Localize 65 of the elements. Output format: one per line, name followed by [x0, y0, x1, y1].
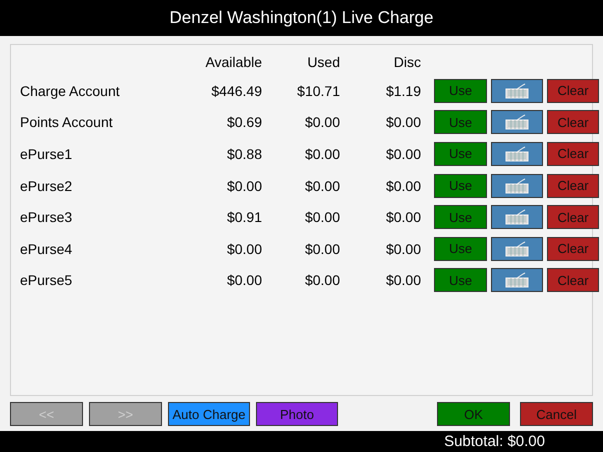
table-cell-text: $446.49 — [210, 82, 262, 99]
window-title: Denzel Washington(1) Live Charge — [168, 7, 434, 29]
keyboard-icon — [505, 114, 529, 130]
table-cell-text: $0.00 — [304, 114, 340, 130]
table-cell-text: $0.00 — [226, 178, 262, 194]
table-cell-text: $0.00 — [226, 272, 262, 288]
use-button[interactable]: Use — [434, 78, 487, 103]
account-name: Charge Account — [20, 82, 121, 99]
table-cell-text: $0.00 — [304, 240, 340, 257]
use-button[interactable]: Use — [434, 142, 487, 166]
account-name: ePurse4 — [20, 240, 74, 257]
table-cell-text: $0.88 — [226, 146, 262, 162]
subtotal-label: Subtotal: $0.00 — [443, 432, 546, 452]
use-button[interactable]: Use — [434, 236, 487, 261]
table-cell-text: $0.91 — [226, 209, 262, 226]
table-cell-text: $10.71 — [296, 82, 340, 99]
clear-button[interactable]: Clear — [547, 142, 599, 166]
use-button[interactable]: Use — [434, 205, 487, 230]
table-cell-text: $0.69 — [226, 114, 262, 130]
use-button[interactable]: Use — [434, 110, 487, 134]
table-cell-text: $0.00 — [384, 209, 421, 226]
table-cell-text: $0.00 — [304, 146, 340, 162]
keyboard-icon — [505, 178, 529, 194]
use-button[interactable]: Use — [434, 174, 487, 198]
account-name: ePurse2 — [20, 178, 74, 194]
clear-button[interactable]: Clear — [547, 174, 599, 198]
keyboard-icon — [505, 82, 529, 99]
table-cell-text: $0.00 — [384, 240, 421, 257]
keyboard-button[interactable] — [491, 236, 543, 261]
account-name: ePurse3 — [20, 209, 74, 226]
photo-button[interactable]: Photo — [256, 402, 338, 426]
clear-button[interactable]: Clear — [547, 236, 599, 261]
keyboard-icon — [505, 240, 529, 257]
table-cell-text: $0.00 — [384, 114, 421, 130]
column-header: Used — [306, 54, 340, 70]
keyboard-icon — [505, 209, 529, 226]
table-cell-text: $0.00 — [226, 240, 262, 257]
account-name: ePurse1 — [20, 146, 74, 162]
clear-button[interactable]: Clear — [547, 205, 599, 230]
table-cell-text: $0.00 — [384, 178, 421, 194]
column-header: Disc — [392, 54, 421, 70]
keyboard-button[interactable] — [491, 142, 543, 166]
cancel-button[interactable]: Cancel — [520, 402, 593, 426]
table-cell-text: $0.00 — [304, 178, 340, 194]
table-cell-text: $0.00 — [384, 272, 421, 288]
auto-button[interactable]: Auto Charge — [168, 402, 250, 426]
table-cell-text: $0.00 — [304, 209, 340, 226]
account-name: ePurse5 — [20, 272, 74, 288]
table-cell-text: $0.00 — [304, 272, 340, 288]
clear-button[interactable]: Clear — [547, 110, 599, 134]
keyboard-icon — [505, 272, 529, 288]
keyboard-button[interactable] — [491, 110, 543, 134]
keyboard-button[interactable] — [491, 174, 543, 198]
column-header: Available — [204, 54, 262, 70]
account-name: Points Account — [20, 114, 114, 130]
table-cell-text: $0.00 — [384, 146, 421, 162]
clear-button[interactable]: Clear — [547, 78, 599, 103]
clear-button[interactable]: Clear — [547, 268, 599, 292]
table-cell-text: $1.19 — [384, 82, 421, 99]
keyboard-icon — [505, 146, 529, 162]
keyboard-button[interactable] — [491, 78, 543, 103]
keyboard-button[interactable] — [491, 205, 543, 230]
keyboard-button[interactable] — [491, 268, 543, 292]
use-button[interactable]: Use — [434, 268, 487, 292]
ok-button[interactable]: OK — [437, 402, 510, 426]
